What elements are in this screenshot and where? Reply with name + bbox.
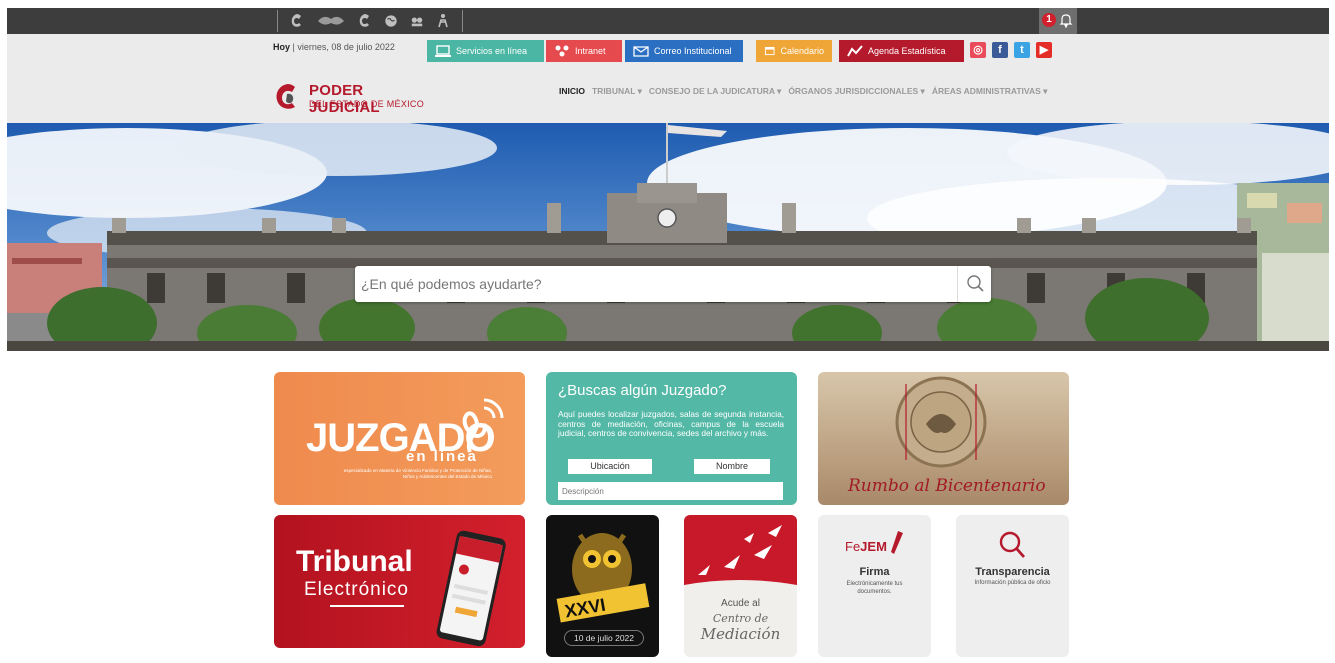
logo-subtitle: DEL ESTADO DE MÉXICO [309, 99, 425, 109]
birds-image [684, 515, 797, 595]
juzgado-subtitle: en línea [406, 448, 478, 465]
conference-icon[interactable] [410, 13, 424, 29]
nav-item-inicio[interactable]: INICIO [559, 86, 585, 97]
poder-judicial-logo[interactable]: PODER JUDICIAL DEL ESTADO DE MÉXICO [273, 80, 433, 116]
centro-mediacion-card[interactable]: Acude al Centro de Mediación [684, 515, 797, 657]
mediacion-line3: Mediación [700, 625, 781, 643]
correo-institucional-button[interactable]: Correo Institucional [625, 40, 743, 62]
seal-image [895, 376, 987, 468]
pen-icon [891, 531, 903, 554]
laptop-icon [435, 45, 451, 57]
buscar-juzgado-card: ¿Buscas algún Juzgado? Aquí puedes local… [546, 372, 797, 505]
calendario-button[interactable]: Calendario [756, 40, 832, 62]
globe-icon[interactable] [384, 13, 398, 29]
magnifier-icon [999, 531, 1026, 558]
tribunal-electronico-card[interactable]: Tribunal Electrónico [274, 515, 525, 648]
nombre-button[interactable]: Nombre [694, 459, 770, 474]
quick-link-label: Servicios en línea [456, 46, 528, 56]
bicentenario-text: Rumbo al Bicentenario [848, 476, 1046, 496]
fejem-description: Electrónicamente tus documentos. [846, 581, 903, 595]
calendar-icon [764, 46, 775, 56]
search-input[interactable]: ¿En qué podemos ayudarte? [361, 276, 542, 292]
bell-icon [1059, 14, 1073, 28]
date-prefix: Hoy [273, 42, 291, 52]
main-nav: INICIO TRIBUNAL ▾ CONSEJO DE LA JUDICATU… [559, 86, 1047, 97]
divider [462, 10, 463, 32]
notifications-button[interactable]: 1 [1039, 8, 1077, 34]
social-links: ◎ f t ▶ [970, 42, 1052, 58]
mail-icon [633, 46, 649, 57]
transparencia-title: Transparencia [975, 566, 1050, 578]
smartphone-image [436, 530, 506, 647]
fejem-logo: FeJEM [845, 539, 887, 554]
date-text: | viernes, 08 de julio 2022 [290, 42, 395, 52]
top-icons [277, 8, 463, 34]
network-icon [555, 45, 569, 57]
hero-banner [7, 123, 1329, 351]
search-button[interactable] [957, 266, 991, 302]
nav-item-organos[interactable]: ÓRGANOS JURISDICCIONALES ▾ [788, 86, 925, 97]
fejem-logo-part2: JEM [860, 539, 887, 554]
site-header: Hoy | viernes, 08 de julio 2022 Servicio… [7, 34, 1329, 123]
mediacion-line2: Centro de [712, 612, 769, 625]
twitter-icon[interactable]: t [1014, 42, 1030, 58]
servicios-en-linea-button[interactable]: Servicios en línea [427, 40, 544, 62]
fejem-firma-card[interactable]: FeJEM Firma Electrónicamente tus documen… [818, 515, 931, 657]
buscar-juzgado-title: ¿Buscas algún Juzgado? [558, 382, 727, 399]
logo-mark-icon [276, 84, 295, 109]
current-date: Hoy | viernes, 08 de julio 2022 [273, 42, 395, 52]
facebook-icon[interactable]: f [992, 42, 1008, 58]
fejem-logo-part1: Fe [845, 539, 861, 554]
accessibility-icon[interactable] [436, 13, 450, 29]
buscar-juzgado-text: Aquí puedes localizar juzgados, salas de… [558, 409, 784, 439]
tribunal-title: Tribunal [296, 545, 413, 578]
nav-item-areas[interactable]: ÁREAS ADMINISTRATIVAS ▾ [932, 86, 1048, 97]
juzgado-en-linea-card[interactable]: JUZGADO en línea especializado en Materi… [274, 372, 525, 505]
chart-icon [847, 45, 863, 57]
owl-logo-image: XXVI [556, 533, 650, 623]
nav-item-tribunal[interactable]: TRIBUNAL ▾ [592, 86, 642, 97]
poder-judicial-icon[interactable] [290, 13, 304, 29]
quick-link-label: Agenda Estadística [868, 46, 946, 56]
juzgado-description: especializado en Materia de Violencia Fa… [343, 468, 492, 479]
bicentenario-card[interactable]: Rumbo al Bicentenario [818, 372, 1069, 505]
quick-link-label: Intranet [575, 46, 606, 56]
instagram-icon[interactable]: ◎ [970, 42, 986, 58]
transparencia-card[interactable]: Transparencia Información pública de ofi… [956, 515, 1069, 657]
carrera-date: 10 de julio 2022 [564, 630, 644, 646]
notification-count: 1 [1042, 13, 1056, 27]
youtube-icon[interactable]: ▶ [1036, 42, 1052, 58]
tribunal-subtitle: Electrónico [304, 579, 409, 600]
fejem-title: Firma [859, 566, 890, 578]
poder-judicial-icon[interactable] [358, 13, 372, 29]
carrera-abogado-card[interactable]: XXVI 10 de julio 2022 [546, 515, 659, 657]
top-bar: 1 [0, 0, 1335, 34]
agenda-estadistica-button[interactable]: Agenda Estadística [839, 40, 964, 62]
quick-link-label: Calendario [780, 46, 824, 56]
quick-link-label: Correo Institucional [654, 46, 732, 56]
divider [330, 605, 404, 607]
escudo-icon[interactable] [316, 13, 346, 29]
ubicacion-button[interactable]: Ubicación [568, 459, 652, 474]
site-search: ¿En qué podemos ayudarte? [355, 266, 991, 302]
descripcion-input[interactable] [558, 482, 783, 500]
mediacion-line1: Acude al [721, 598, 760, 609]
divider [277, 10, 278, 32]
intranet-button[interactable]: Intranet [546, 40, 622, 62]
search-icon [967, 275, 984, 292]
nav-item-consejo[interactable]: CONSEJO DE LA JUDICATURA ▾ [649, 86, 781, 97]
hero-building-image [7, 123, 1329, 351]
transparencia-description: Información pública de oficio [974, 580, 1051, 586]
top-bar-strip: 1 [7, 8, 1329, 34]
